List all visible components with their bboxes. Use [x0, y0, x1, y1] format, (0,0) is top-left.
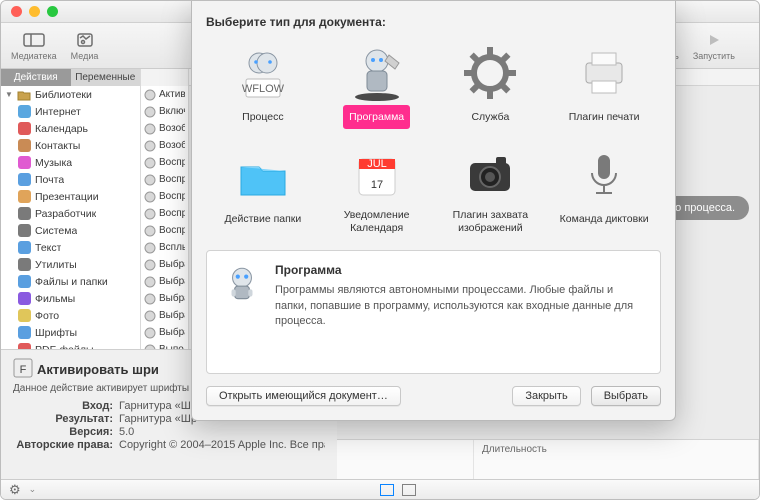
library-item[interactable]: Интернет [1, 103, 140, 120]
service-icon [458, 41, 522, 105]
tab-variables[interactable]: Переменные [71, 69, 141, 86]
type-description-box: Программа Программы являются автономными… [206, 250, 661, 374]
svg-text:17: 17 [371, 179, 383, 191]
action-item[interactable]: Воспро [141, 205, 188, 222]
action-item[interactable]: Выбрат [141, 324, 188, 341]
library-item[interactable]: Система [1, 222, 140, 239]
sidebar-tabs: Действия Переменные [1, 69, 140, 86]
tab-actions[interactable]: Действия [1, 69, 71, 86]
run-button[interactable]: Запустить [693, 30, 735, 61]
doc-type-label: Действие папки [219, 207, 308, 231]
desc-row: Версия:5.0 [13, 426, 325, 438]
doc-type-label: Процесс [236, 105, 289, 129]
action-item[interactable]: Возобн [141, 137, 188, 154]
action-item[interactable]: Активи [141, 86, 188, 103]
status-bar: ⚙︎ ⌄ [1, 479, 759, 499]
capture-icon [458, 143, 522, 207]
sheet-heading: Выберите тип для документа: [206, 15, 661, 29]
doc-type-capture[interactable]: Плагин захвата изображений [434, 139, 548, 240]
app-window: Без названия 3⌄ Медиатека Медиа Запись Ш… [0, 0, 760, 500]
font-icon: F [13, 358, 33, 378]
choose-button[interactable]: Выбрать [591, 386, 661, 406]
svg-text:JUL: JUL [367, 158, 387, 170]
library-item[interactable]: Разработчик [1, 205, 140, 222]
doc-type-print[interactable]: Плагин печати [547, 37, 661, 133]
doc-type-label: Плагин печати [563, 105, 646, 129]
doc-type-label: Служба [465, 105, 515, 129]
folder-icon [231, 143, 295, 207]
doc-type-app[interactable]: Программа [320, 37, 434, 133]
library-item[interactable]: Утилиты [1, 256, 140, 273]
app-icon [345, 41, 409, 105]
library-item[interactable]: Музыка [1, 154, 140, 171]
action-item[interactable]: Воспро [141, 222, 188, 239]
action-item[interactable]: Выбрат [141, 273, 188, 290]
view-mode-log-icon[interactable] [402, 484, 416, 496]
action-item[interactable]: Воспро [141, 188, 188, 205]
view-mode-workflow-icon[interactable] [380, 484, 394, 496]
action-item[interactable]: Воспро [141, 154, 188, 171]
media-button[interactable]: Медиа [71, 30, 99, 61]
document-type-sheet: Выберите тип для документа: WFLOW Процесс… [191, 1, 676, 421]
dictation-icon [572, 143, 636, 207]
type-desc-title: Программа [275, 263, 646, 277]
action-item[interactable]: Выбрат [141, 307, 188, 324]
action-item[interactable]: Выбрат [141, 256, 188, 273]
library-item[interactable]: Файлы и папки [1, 273, 140, 290]
library-toggle-button[interactable]: Медиатека [11, 30, 57, 61]
action-item[interactable]: Выбрат [141, 290, 188, 307]
type-desc-body: Программы являются автономными процессам… [275, 283, 646, 329]
doc-type-label: Программа [343, 105, 410, 129]
library-item[interactable]: Фильмы [1, 290, 140, 307]
library-item[interactable]: Фото [1, 307, 140, 324]
library-item[interactable]: Презентации [1, 188, 140, 205]
gear-icon[interactable]: ⚙︎ [9, 482, 21, 498]
library-header[interactable]: Библиотеки [35, 89, 92, 101]
desc-row: Авторские права:Copyright © 2004–2015 Ap… [13, 439, 325, 451]
library-item[interactable]: Текст [1, 239, 140, 256]
action-item[interactable]: Всплыв [141, 239, 188, 256]
svg-text:F: F [20, 364, 27, 376]
action-item[interactable]: Возобн [141, 120, 188, 137]
automator-robot-icon [221, 263, 263, 305]
doc-type-label: Команда диктовки [554, 207, 655, 231]
library-item[interactable]: Контакты [1, 137, 140, 154]
workflow-icon: WFLOW [231, 41, 295, 105]
doc-type-service[interactable]: Служба [434, 37, 548, 133]
doc-type-label: Уведомление Календаря [322, 207, 432, 236]
doc-type-dictation[interactable]: Команда диктовки [547, 139, 661, 240]
doc-type-workflow[interactable]: WFLOW Процесс [206, 37, 320, 133]
svg-text:WFLOW: WFLOW [242, 83, 285, 95]
action-item[interactable]: Воспро [141, 171, 188, 188]
library-item[interactable]: Календарь [1, 120, 140, 137]
library-item[interactable]: Шрифты [1, 324, 140, 341]
action-item[interactable]: Включи [141, 103, 188, 120]
doc-type-label: Плагин захвата изображений [436, 207, 546, 236]
print-icon [572, 41, 636, 105]
doc-type-calendar[interactable]: JUL 17 Уведомление Календаря [320, 139, 434, 240]
doc-type-folder[interactable]: Действие папки [206, 139, 320, 240]
close-button[interactable]: Закрыть [512, 386, 580, 406]
calendar-icon: JUL 17 [345, 143, 409, 207]
open-existing-button[interactable]: Открыть имеющийся документ… [206, 386, 401, 406]
library-item[interactable]: Почта [1, 171, 140, 188]
chevron-down-icon[interactable]: ⌄ [29, 484, 37, 495]
